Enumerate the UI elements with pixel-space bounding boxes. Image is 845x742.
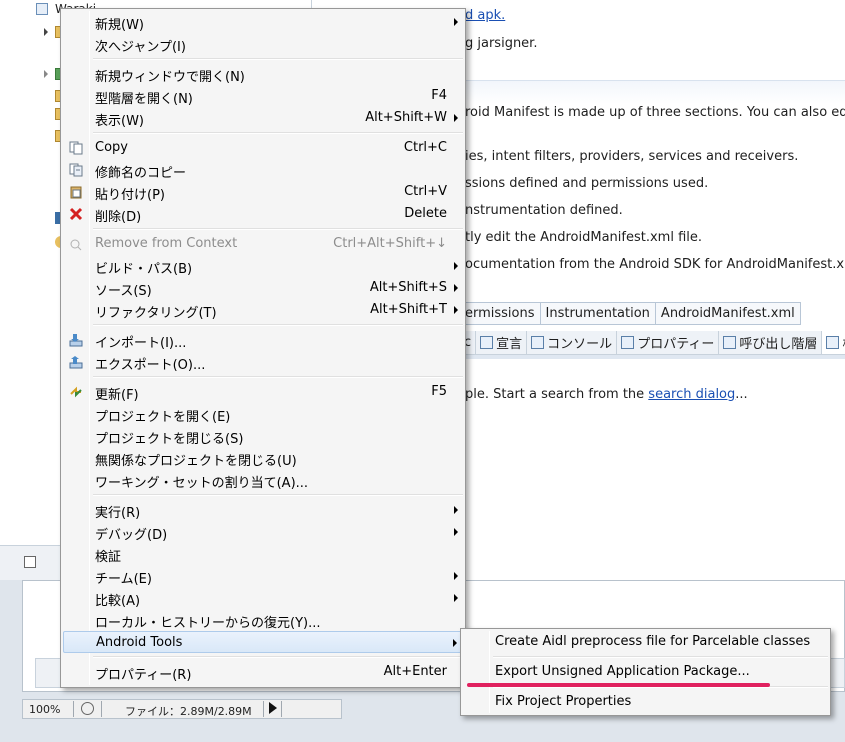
menu-item-open-type-hierarchy[interactable]: 型階層を開く(N) F4: [63, 85, 463, 107]
status-bar: 100% ファイル：2.89M/2.89M: [22, 699, 342, 719]
submenu-arrow-icon: [454, 528, 458, 536]
menu-item-open-new-window[interactable]: 新規ウィンドウで開く(N): [63, 63, 463, 85]
editor-line-5: ssions defined and permissions used.: [465, 176, 709, 191]
tab-permissions[interactable]: ermissions: [460, 302, 541, 325]
expand-arrow-icon[interactable]: [44, 70, 48, 78]
delete-icon: [68, 206, 84, 222]
menu-item-delete[interactable]: 削除(D) Delete: [63, 203, 463, 225]
zoom-level[interactable]: 100%: [29, 703, 60, 716]
view-tab-declaration[interactable]: 宣言: [476, 331, 528, 354]
editor-tabs: ermissions Instrumentation AndroidManife…: [460, 302, 801, 326]
status-separator: [73, 701, 74, 717]
submenu-item-create-aidl[interactable]: Create Aidl preprocess file for Parcelab…: [463, 631, 828, 653]
menu-separator: [93, 656, 463, 658]
menu-item-properties[interactable]: プロパティー(R) Alt+Enter: [63, 661, 463, 683]
submenu-item-export-unsigned-package[interactable]: Export Unsigned Application Package...: [463, 661, 828, 683]
import-icon: [68, 332, 84, 348]
editor-line-4: ies, intent filters, providers, services…: [465, 149, 799, 164]
view-tab-properties[interactable]: プロパティー: [617, 331, 720, 354]
properties-icon: [621, 336, 635, 349]
submenu-arrow-icon: [454, 262, 458, 270]
menu-item-export[interactable]: エクスポート(O)...: [63, 351, 463, 373]
menu-separator: [93, 324, 463, 326]
console-icon: [531, 336, 545, 349]
expand-arrow-icon[interactable]: [44, 28, 48, 36]
menu-item-run[interactable]: 実行(R): [63, 499, 463, 521]
submenu-arrow-icon: [453, 639, 457, 647]
editor-line-3: roid Manifest is made up of three sectio…: [465, 105, 845, 120]
menu-item-go-into[interactable]: 次へジャンプ(I): [63, 33, 463, 55]
menu-item-team[interactable]: チーム(E): [63, 565, 463, 587]
search-icon: [826, 336, 840, 349]
menu-item-open-project[interactable]: プロジェクトを開く(E): [63, 403, 463, 425]
tab-instrumentation[interactable]: Instrumentation: [540, 302, 656, 325]
view-tab-call-hierarchy[interactable]: 呼び出し階層: [719, 331, 823, 354]
menu-item-assign-working-sets[interactable]: ワーキング・セットの割り当て(A)...: [63, 469, 463, 491]
view-tab-search[interactable]: 検: [822, 331, 845, 354]
menu-item-source[interactable]: ソース(S) Alt+Shift+S: [63, 277, 463, 299]
menu-separator: [93, 376, 463, 378]
submenu-arrow-icon: [454, 284, 458, 292]
status-separator: [101, 701, 102, 717]
menu-item-build-path[interactable]: ビルド・パス(B): [63, 255, 463, 277]
submenu-arrow-icon: [454, 572, 458, 580]
menu-separator: [93, 58, 463, 60]
menu-item-close-unrelated-projects[interactable]: 無関係なプロジェクトを閉じる(U): [63, 447, 463, 469]
editor-line-8: ocumentation from the Android SDK for An…: [465, 257, 845, 272]
menu-item-show-in[interactable]: 表示(W) Alt+Shift+W: [63, 107, 463, 129]
remove-context-icon: [68, 236, 84, 252]
highlight-underline: [467, 683, 770, 687]
menu-item-compare[interactable]: 比較(A): [63, 587, 463, 609]
status-separator: [281, 701, 282, 717]
menu-item-new[interactable]: 新規(W): [63, 11, 463, 33]
play-icon[interactable]: [269, 702, 277, 714]
menu-item-import[interactable]: インポート(I)...: [63, 329, 463, 351]
menu-item-copy[interactable]: Copy Ctrl+C: [63, 137, 463, 159]
menu-item-debug[interactable]: デバッグ(D): [63, 521, 463, 543]
menu-separator: [93, 132, 463, 134]
menu-item-paste[interactable]: 貼り付け(P) Ctrl+V: [63, 181, 463, 203]
memory-usage: ファイル：2.89M/2.89M: [125, 705, 252, 718]
editor-line-1[interactable]: d apk.: [465, 8, 505, 23]
menu-item-refactor[interactable]: リファクタリング(T) Alt+Shift+T: [63, 299, 463, 321]
submenu-item-fix-project-properties[interactable]: Fix Project Properties: [463, 691, 828, 713]
menu-separator: [93, 494, 463, 496]
paste-icon: [68, 184, 84, 200]
editor-line-6: nstrumentation defined.: [465, 203, 623, 218]
menu-item-copy-qualified-name[interactable]: 修飾名のコピー: [63, 159, 463, 181]
tab-androidmanifest[interactable]: AndroidManifest.xml: [655, 302, 801, 325]
android-tools-submenu: Create Aidl preprocess file for Parcelab…: [460, 628, 831, 716]
status-separator: [263, 701, 264, 717]
menu-item-close-project[interactable]: プロジェクトを閉じる(S): [63, 425, 463, 447]
menu-item-android-tools[interactable]: Android Tools: [63, 631, 463, 653]
new-view-icon[interactable]: [24, 556, 36, 568]
submenu-arrow-icon: [454, 594, 458, 602]
search-message: ple. Start a search from the search dial…: [465, 387, 748, 402]
menu-item-refresh[interactable]: 更新(F) F5: [63, 381, 463, 403]
declaration-icon: [480, 336, 494, 349]
view-tab-console[interactable]: コンソール: [527, 331, 618, 354]
view-tabs: c 宣言 コンソール プロパティー 呼び出し階層 検: [460, 331, 845, 355]
copy-qualified-icon: [68, 162, 84, 178]
refresh-icon: [68, 384, 84, 400]
editor-link[interactable]: d apk.: [465, 8, 505, 23]
menu-item-restore-local-history[interactable]: ローカル・ヒストリーからの復元(Y)...: [63, 609, 463, 631]
menu-item-validate[interactable]: 検証: [63, 543, 463, 565]
search-dialog-link[interactable]: search dialog: [648, 387, 735, 402]
submenu-separator: [493, 656, 828, 658]
editor-line-2: g jarsigner.: [465, 36, 538, 51]
menu-separator: [93, 228, 463, 230]
menu-item-remove-from-context: Remove from Context Ctrl+Alt+Shift+↓: [63, 233, 463, 255]
call-hierarchy-icon: [723, 336, 737, 349]
editor-line-7: tly edit the AndroidManifest.xml file.: [465, 230, 702, 245]
submenu-arrow-icon: [454, 114, 458, 122]
submenu-arrow-icon: [454, 18, 458, 26]
submenu-arrow-icon: [454, 506, 458, 514]
export-icon: [68, 354, 84, 370]
context-menu: 新規(W) 次へジャンプ(I) 新規ウィンドウで開く(N) 型階層を開く(N) F…: [60, 8, 466, 688]
submenu-arrow-icon: [454, 306, 458, 314]
copy-icon: [68, 140, 84, 156]
project-icon: [36, 3, 48, 15]
clock-icon[interactable]: [81, 702, 94, 715]
